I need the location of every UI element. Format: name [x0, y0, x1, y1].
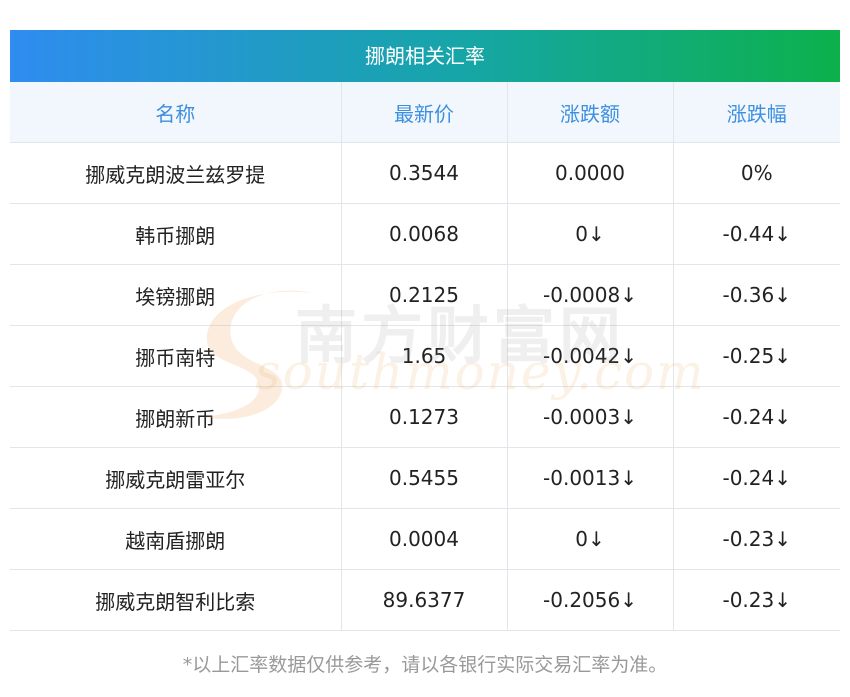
table-row: 挪币南特 1.65 -0.0042↓ -0.25↓	[10, 325, 840, 387]
column-header-pct: 涨跌幅	[673, 82, 840, 143]
column-header-name: 名称	[10, 82, 342, 143]
change-percent: -0.23↓	[673, 569, 840, 631]
table-row: 挪朗新币 0.1273 -0.0003↓ -0.24↓	[10, 386, 840, 448]
rates-table: 名称 最新价 涨跌额 涨跌幅 挪威克朗波兰兹罗提 0.3544 0.0000 0…	[10, 82, 840, 631]
column-header-price: 最新价	[341, 82, 508, 143]
panel-title: 挪朗相关汇率	[10, 30, 840, 82]
price-change: 0↓	[507, 203, 674, 265]
price-change: -0.0042↓	[507, 325, 674, 387]
currency-pair-name: 埃镑挪朗	[10, 264, 342, 326]
table-row: 埃镑挪朗 0.2125 -0.0008↓ -0.36↓	[10, 264, 840, 326]
price-change: -0.0003↓	[507, 386, 674, 448]
currency-pair-name: 挪威克朗波兰兹罗提	[10, 142, 342, 204]
table-row: 挪威克朗雷亚尔 0.5455 -0.0013↓ -0.24↓	[10, 447, 840, 509]
latest-price: 0.3544	[341, 142, 508, 204]
rate-panel: 挪朗相关汇率 名称 最新价 涨跌额 涨跌幅 挪威克朗波兰兹罗提 0.3544 0…	[10, 30, 840, 631]
latest-price: 0.2125	[341, 264, 508, 326]
latest-price: 0.5455	[341, 447, 508, 509]
latest-price: 1.65	[341, 325, 508, 387]
table-row: 越南盾挪朗 0.0004 0↓ -0.23↓	[10, 508, 840, 570]
currency-pair-name: 越南盾挪朗	[10, 508, 342, 570]
price-change: -0.0008↓	[507, 264, 674, 326]
change-percent: -0.25↓	[673, 325, 840, 387]
table-row: 挪威克朗波兰兹罗提 0.3544 0.0000 0%	[10, 142, 840, 204]
currency-pair-name: 挪威克朗雷亚尔	[10, 447, 342, 509]
table-row: 韩币挪朗 0.0068 0↓ -0.44↓	[10, 203, 840, 265]
header-row: 名称 最新价 涨跌额 涨跌幅	[10, 82, 840, 143]
latest-price: 0.0004	[341, 508, 508, 570]
change-percent: -0.23↓	[673, 508, 840, 570]
change-percent: -0.44↓	[673, 203, 840, 265]
price-change: -0.0013↓	[507, 447, 674, 509]
latest-price: 0.0068	[341, 203, 508, 265]
price-change: 0.0000	[507, 142, 674, 204]
change-percent: 0%	[673, 142, 840, 204]
change-percent: -0.24↓	[673, 386, 840, 448]
table-row: 挪威克朗智利比索 89.6377 -0.2056↓ -0.23↓	[10, 569, 840, 631]
change-percent: -0.36↓	[673, 264, 840, 326]
disclaimer-footnote: *以上汇率数据仅供参考，请以各银行实际交易汇率为准。	[182, 654, 668, 676]
column-header-change: 涨跌额	[507, 82, 674, 143]
price-change: -0.2056↓	[507, 569, 674, 631]
currency-pair-name: 韩币挪朗	[10, 203, 342, 265]
latest-price: 89.6377	[341, 569, 508, 631]
currency-pair-name: 挪朗新币	[10, 386, 342, 448]
latest-price: 0.1273	[341, 386, 508, 448]
currency-pair-name: 挪威克朗智利比索	[10, 569, 342, 631]
price-change: 0↓	[507, 508, 674, 570]
change-percent: -0.24↓	[673, 447, 840, 509]
currency-pair-name: 挪币南特	[10, 325, 342, 387]
